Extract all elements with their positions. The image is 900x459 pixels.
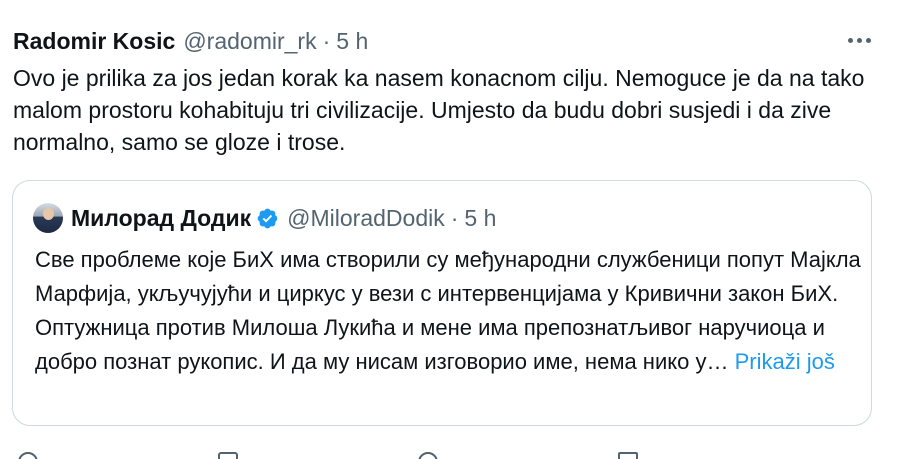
- verified-badge-icon: [257, 208, 278, 228]
- author-name[interactable]: Radomir Kosic: [13, 28, 175, 55]
- views-icon[interactable]: [618, 452, 638, 459]
- quoted-author-handle: @MiloradDodik: [287, 204, 445, 231]
- show-more-link[interactable]: Prikaži još: [735, 349, 835, 374]
- tweet: Radomir Kosic @radomir_rk · 5 h Ovo je p…: [0, 0, 900, 459]
- quoted-tweet-header: Милорад Додик @MiloradDodik · 5 h: [33, 201, 496, 235]
- tweet-header: Radomir Kosic @radomir_rk · 5 h: [13, 24, 368, 58]
- quoted-author-name: Милорад Додик: [71, 204, 252, 231]
- reply-icon[interactable]: [18, 452, 38, 459]
- like-icon[interactable]: [418, 452, 438, 459]
- separator-dot: ·: [450, 204, 459, 231]
- tweet-text: Ovo je prilika za jos jedan korak ka nas…: [13, 65, 865, 155]
- author-handle[interactable]: @radomir_rk: [183, 28, 316, 55]
- more-horizontal-icon[interactable]: [842, 28, 876, 52]
- quoted-tweet[interactable]: Милорад Додик @MiloradDodik · 5 h Све пр…: [12, 180, 872, 426]
- separator-dot: ·: [322, 27, 331, 54]
- retweet-icon[interactable]: [218, 452, 238, 459]
- tweet-time[interactable]: 5 h: [336, 28, 368, 55]
- quoted-tweet-time: 5 h: [464, 204, 497, 231]
- quoted-tweet-text: Све проблеме које БиХ има створили су ме…: [35, 243, 865, 379]
- action-bar: [0, 446, 900, 459]
- avatar[interactable]: [33, 203, 63, 233]
